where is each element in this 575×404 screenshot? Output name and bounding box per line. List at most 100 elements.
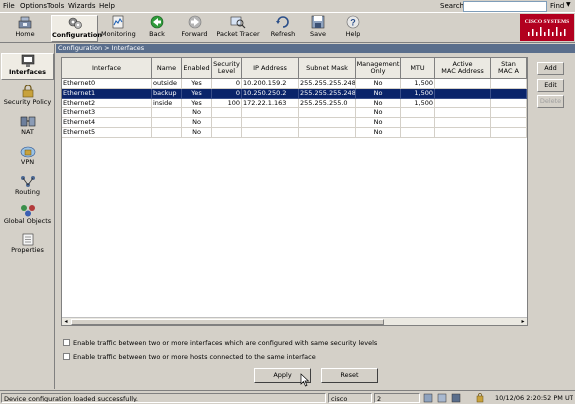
menu-tools[interactable]: Tools bbox=[47, 2, 64, 10]
monitoring-label: Monitoring bbox=[101, 30, 136, 38]
sidebar-item-routing[interactable]: Routing bbox=[1, 175, 54, 199]
monitoring-button[interactable]: Monitoring bbox=[101, 15, 136, 42]
table-cell-enabled: Yes bbox=[182, 79, 212, 89]
table-cell-name bbox=[152, 118, 182, 128]
menu-wizards[interactable]: Wizards bbox=[68, 2, 96, 10]
table-cell-ip: 10.250.250.2 bbox=[242, 88, 299, 99]
table-cell-mgmt: No bbox=[356, 88, 401, 99]
sidebar-item-global-objects[interactable]: Global Objects bbox=[1, 204, 54, 228]
table-cell-mask: 255.255.255.248 bbox=[299, 79, 356, 89]
table-cell-active-mac bbox=[435, 108, 491, 119]
table-cell-name: outside bbox=[152, 79, 182, 89]
horizontal-scrollbar[interactable]: ◂ ▸ bbox=[62, 317, 527, 325]
scroll-right-icon[interactable]: ▸ bbox=[519, 318, 527, 325]
monitoring-icon bbox=[112, 15, 124, 29]
menu-help[interactable]: Help bbox=[99, 2, 115, 10]
search-input[interactable] bbox=[463, 1, 547, 12]
table-cell-mgmt: No bbox=[356, 118, 401, 128]
save-button[interactable]: Save bbox=[305, 15, 331, 42]
edit-button[interactable]: Edit bbox=[537, 79, 564, 92]
column-header[interactable]: MTU bbox=[401, 58, 435, 79]
configuration-label: Configuration bbox=[52, 31, 102, 39]
table-cell-interface: Ethernet0 bbox=[62, 79, 152, 89]
table-cell-ip bbox=[242, 118, 299, 128]
table-cell-mgmt: No bbox=[356, 79, 401, 89]
sidebar-item-vpn[interactable]: VPN bbox=[1, 145, 54, 169]
scroll-left-icon[interactable]: ◂ bbox=[62, 318, 70, 325]
table-cell-security-level bbox=[212, 128, 242, 138]
breadcrumb: Configuration > Interfaces bbox=[56, 44, 575, 53]
sidebar-item-label: Interfaces bbox=[8, 68, 47, 76]
column-header[interactable]: Stan MAC A bbox=[491, 58, 527, 79]
delete-button[interactable]: Delete bbox=[537, 95, 564, 108]
table-cell-interface: Ethernet3 bbox=[62, 108, 152, 119]
table-cell-name bbox=[152, 128, 182, 138]
table-cell-mtu: 1,500 bbox=[401, 79, 435, 89]
column-header[interactable]: Management Only bbox=[356, 58, 401, 79]
cisco-logo-graphic: CISCO SYSTEMS bbox=[525, 19, 569, 36]
help-icon: ? bbox=[346, 15, 360, 29]
table-cell-interface: Ethernet2 bbox=[62, 98, 152, 109]
find-dropdown-icon[interactable]: ▼ bbox=[566, 1, 571, 8]
home-icon bbox=[18, 16, 32, 29]
menu-options[interactable]: Options bbox=[20, 2, 47, 10]
sidebar-item-label: Global Objects bbox=[3, 217, 52, 225]
properties-icon bbox=[22, 233, 33, 246]
sidebar-item-interfaces[interactable]: Interfaces bbox=[1, 53, 54, 80]
home-button[interactable]: Home bbox=[3, 15, 47, 42]
table-cell-security-level: 100 bbox=[212, 98, 242, 109]
table-row[interactable]: Ethernet1 backup Yes 0 10.250.250.2 255.255.2… bbox=[62, 88, 527, 99]
column-header[interactable]: Name bbox=[152, 58, 182, 79]
table-cell-mask: 255.255.255.0 bbox=[299, 98, 356, 109]
same-security-label: Enable traffic between two or more inter… bbox=[73, 339, 378, 347]
security-policy-icon bbox=[22, 85, 33, 98]
table-row[interactable]: Ethernet3 No No bbox=[62, 108, 527, 119]
configuration-icon bbox=[68, 17, 82, 29]
sidebar: Interfaces Security Policy NAT VPN Routi… bbox=[0, 44, 55, 389]
scrollbar-thumb[interactable] bbox=[71, 319, 384, 325]
status-save-icon bbox=[451, 393, 461, 403]
column-header[interactable]: Interface bbox=[62, 58, 152, 79]
menu-file[interactable]: File bbox=[3, 2, 15, 10]
column-header[interactable]: Security Level bbox=[212, 58, 242, 79]
packet-tracer-button[interactable]: Packet Tracer bbox=[216, 15, 260, 42]
configuration-button[interactable]: Configuration bbox=[51, 15, 102, 42]
sidebar-item-security-policy[interactable]: Security Policy bbox=[1, 85, 54, 109]
table-cell-enabled: No bbox=[182, 118, 212, 128]
nat-icon bbox=[20, 116, 35, 127]
refresh-button[interactable]: Refresh bbox=[268, 15, 298, 42]
column-header[interactable]: Active MAC Address bbox=[435, 58, 491, 79]
forward-button[interactable]: Forward bbox=[178, 15, 211, 42]
reset-button[interactable]: Reset bbox=[321, 368, 378, 383]
table-cell-mtu: 1,500 bbox=[401, 88, 435, 99]
table-row[interactable]: Ethernet4 No No bbox=[62, 118, 527, 128]
table-row[interactable]: Ethernet0 outside Yes 0 10.200.159.2 255.255.… bbox=[62, 79, 527, 89]
table-cell-enabled: No bbox=[182, 108, 212, 119]
column-header[interactable]: IP Address bbox=[242, 58, 299, 79]
same-interface-checkbox[interactable] bbox=[63, 353, 70, 360]
sidebar-item-nat[interactable]: NAT bbox=[1, 115, 54, 139]
table-cell-enabled: Yes bbox=[182, 98, 212, 109]
table-cell-mask bbox=[299, 128, 356, 138]
lock-icon bbox=[476, 395, 484, 403]
status-message: Device configuration loaded successfully… bbox=[1, 393, 326, 403]
back-button[interactable]: Back bbox=[142, 15, 172, 42]
table-cell-ip: 10.200.159.2 bbox=[242, 79, 299, 89]
column-header[interactable]: Enabled bbox=[182, 58, 212, 79]
back-label: Back bbox=[149, 30, 165, 38]
sidebar-item-properties[interactable]: Properties bbox=[1, 233, 54, 257]
add-button[interactable]: Add bbox=[537, 62, 564, 75]
sidebar-item-label: NAT bbox=[21, 128, 34, 136]
same-interface-label: Enable traffic between two or more hosts… bbox=[73, 353, 316, 361]
sidebar-item-label: Routing bbox=[15, 188, 40, 196]
table-row[interactable]: Ethernet5 No No bbox=[62, 128, 527, 138]
table-cell-mask bbox=[299, 108, 356, 119]
column-header[interactable]: Subnet Mask bbox=[299, 58, 356, 79]
status-privilege: 2 bbox=[374, 393, 420, 403]
find-button[interactable]: Find bbox=[550, 2, 564, 10]
table-cell-mtu bbox=[401, 128, 435, 138]
sidebar-item-label: Security Policy bbox=[3, 98, 52, 106]
table-row[interactable]: Ethernet2 inside Yes 100 172.22.1.163 255.255… bbox=[62, 98, 527, 109]
same-security-checkbox[interactable] bbox=[63, 339, 70, 346]
help-button[interactable]: ? Help bbox=[340, 15, 366, 42]
